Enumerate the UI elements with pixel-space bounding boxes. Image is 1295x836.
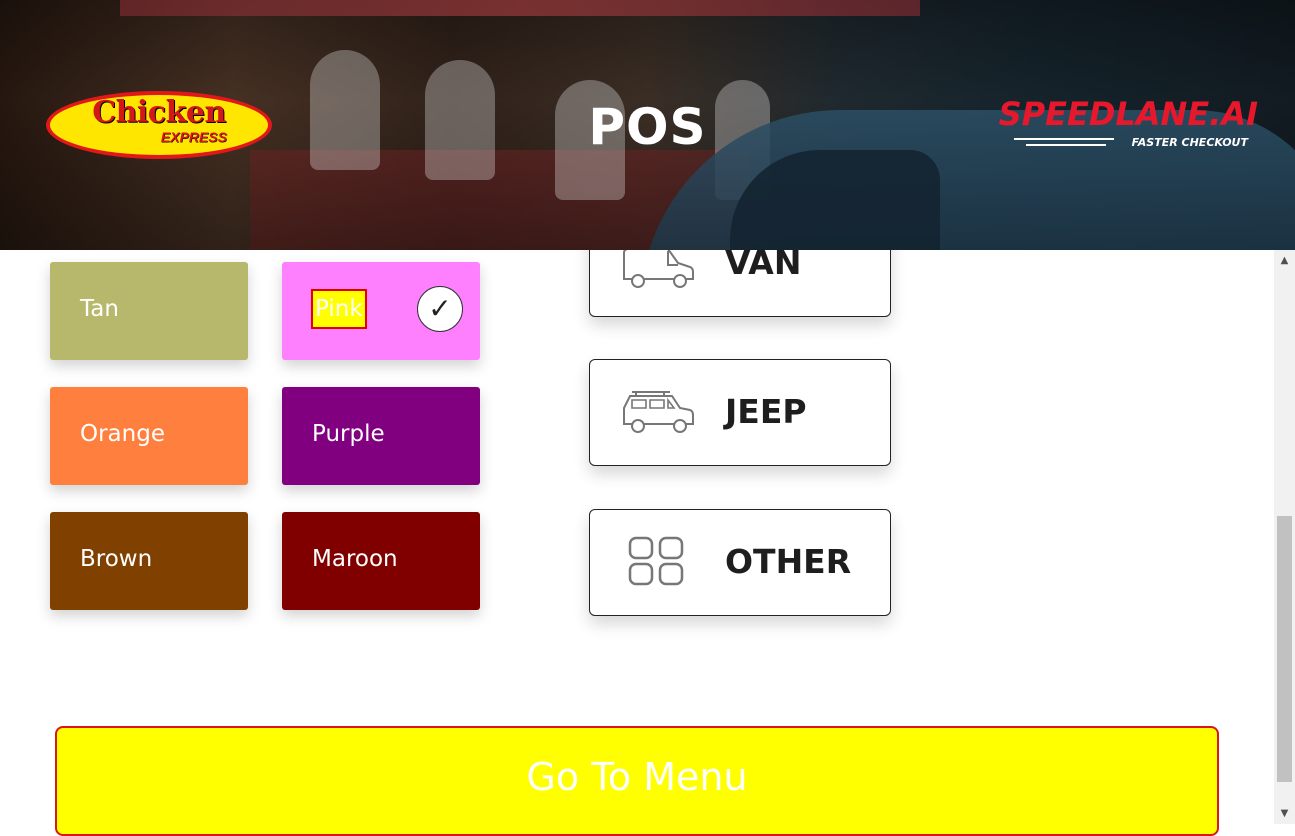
color-label: Purple (312, 421, 385, 447)
jeep-icon (623, 391, 694, 433)
speedlane-tagline: FASTER CHECKOUT (1131, 136, 1248, 149)
color-option-maroon[interactable]: Maroon (282, 512, 480, 610)
color-option-pink[interactable]: Pink ✓ (282, 262, 480, 360)
color-label: Orange (80, 421, 165, 447)
color-option-brown[interactable]: Brown (50, 512, 248, 610)
color-label: Brown (80, 546, 153, 572)
speed-line (1026, 144, 1106, 146)
speed-line (1014, 138, 1114, 140)
grid-icon (628, 536, 684, 586)
color-option-purple[interactable]: Purple (282, 387, 480, 485)
scroll-down-arrow-icon[interactable]: ▼ (1274, 805, 1295, 822)
color-label: Maroon (312, 546, 398, 572)
go-to-menu-label: Go To Menu (526, 755, 748, 799)
vehicle-label: OTHER (725, 542, 852, 581)
speedlane-logo: SPEEDLANE.AI FASTER CHECKOUT (999, 96, 1262, 156)
color-option-tan[interactable]: Tan (50, 262, 248, 360)
header-banner: Chicken EXPRESS POS SPEEDLANE.AI FASTER … (0, 0, 1295, 250)
color-label: Tan (80, 296, 119, 322)
color-option-orange[interactable]: Orange (50, 387, 248, 485)
vehicle-option-jeep[interactable]: JEEP (589, 359, 891, 466)
vertical-scrollbar[interactable]: ▲ ▼ (1274, 250, 1295, 824)
color-label: Pink (311, 289, 367, 329)
vehicle-label: JEEP (725, 392, 807, 431)
speedlane-brand: SPEEDLANE.AI (998, 95, 1258, 133)
checkmark-icon: ✓ (417, 286, 463, 332)
scroll-up-arrow-icon[interactable]: ▲ (1274, 252, 1295, 269)
scrollbar-thumb[interactable] (1277, 516, 1292, 782)
vehicle-option-other[interactable]: OTHER (589, 509, 891, 616)
go-to-menu-button[interactable]: Go To Menu (55, 726, 1219, 836)
background-awning (120, 0, 920, 16)
